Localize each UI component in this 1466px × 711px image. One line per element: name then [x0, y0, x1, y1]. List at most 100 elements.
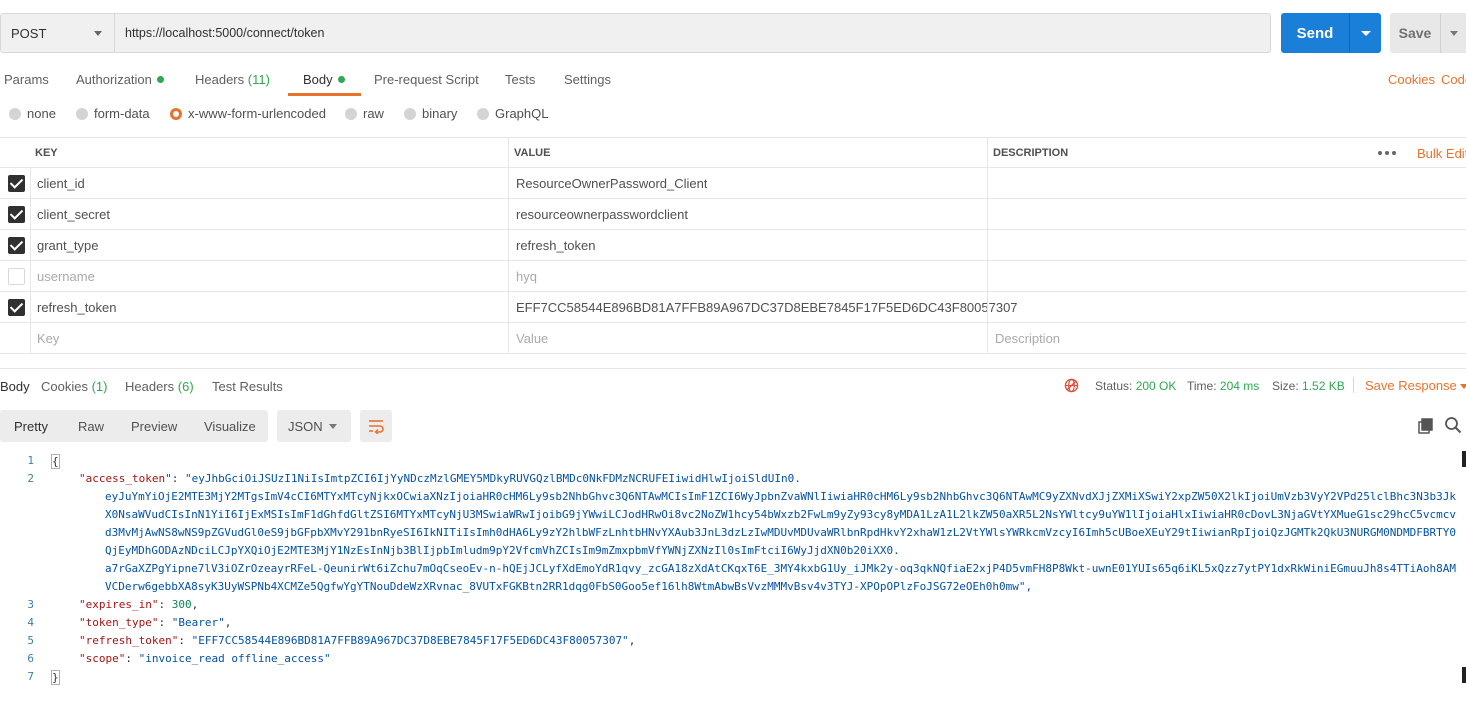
language-select[interactable]: JSON — [277, 410, 351, 442]
row-checkbox[interactable] — [8, 237, 25, 254]
scroll-marker — [1462, 667, 1466, 683]
format-visualize[interactable]: Visualize — [204, 419, 256, 434]
column-divider — [30, 323, 31, 354]
more-horizontal-icon[interactable] — [1378, 151, 1396, 155]
send-dropdown-button[interactable] — [1350, 30, 1381, 36]
param-key[interactable]: grant_type — [37, 230, 98, 260]
radio-graphql[interactable]: GraphQL — [477, 106, 548, 121]
wrap-lines-button[interactable] — [360, 410, 392, 442]
time-label: Time: — [1187, 379, 1217, 393]
line-number: 7 — [27, 670, 34, 683]
line-number: 5 — [27, 634, 34, 647]
param-key[interactable]: client_secret — [37, 199, 110, 229]
save-response-button[interactable]: Save Response — [1365, 378, 1466, 393]
column-divider — [30, 230, 31, 261]
column-divider — [987, 230, 988, 261]
tab-pre-request-script[interactable]: Pre-request Script — [374, 72, 479, 87]
code-line-wrapped: a7rGaXZPgYipne7lV3iOZrOzeayrRFeL-QeunirW… — [105, 562, 1457, 575]
line-number: 4 — [27, 616, 34, 629]
chevron-down-icon — [1460, 384, 1466, 390]
save-response-label: Save Response — [1365, 378, 1457, 393]
code-line-wrapped: eyJuYmYiOjE2MTE3MjY2MTgsImV4cCI6MTYxMTcy… — [105, 490, 1457, 503]
cookies-link[interactable]: Cookies — [1388, 72, 1435, 87]
globe-icon[interactable] — [1064, 378, 1079, 393]
save-dropdown-button[interactable] — [1441, 30, 1466, 36]
tab-body[interactable]: Body — [303, 72, 345, 87]
radio-circle — [345, 107, 357, 120]
tab-params[interactable]: Params — [4, 72, 49, 87]
tab-label: Authorization — [76, 72, 152, 87]
param-value[interactable]: hyq — [516, 261, 537, 291]
url-input[interactable]: https://localhost:5000/connect/token — [115, 13, 1271, 53]
param-value[interactable]: resourceownerpasswordclient — [516, 199, 688, 229]
bulk-edit-link[interactable]: Bulk Edit — [1417, 138, 1466, 168]
radio-circle — [9, 107, 21, 120]
table-row: client_id ResourceOwnerPassword_Client — [0, 168, 1466, 199]
status-label: Status: — [1095, 379, 1133, 393]
url-text: https://localhost:5000/connect/token — [125, 26, 325, 40]
param-value[interactable]: refresh_token — [516, 230, 596, 260]
key-input[interactable]: Key — [37, 323, 59, 353]
response-tab-test-results[interactable]: Test Results — [212, 379, 283, 394]
row-checkbox[interactable] — [8, 268, 25, 285]
column-divider — [987, 261, 988, 292]
param-value[interactable]: EFF7CC58544E896BD81A7FFB89A967DC37D8EBE7… — [516, 292, 1018, 322]
radio-urlencoded[interactable]: x-www-form-urlencoded — [170, 106, 326, 121]
column-header-value: VALUE — [514, 147, 551, 159]
status-value: 200 OK — [1135, 379, 1177, 393]
description-input[interactable]: Description — [995, 323, 1060, 353]
tab-count: (11) — [247, 72, 270, 87]
radio-label: form-data — [94, 106, 150, 121]
radio-circle — [477, 107, 489, 120]
size-value: 1.52 KB — [1302, 379, 1345, 393]
radio-binary[interactable]: binary — [404, 106, 457, 121]
params-table: KEY VALUE DESCRIPTION Bulk Edit client_i… — [0, 137, 1466, 354]
tab-authorization[interactable]: Authorization — [76, 72, 164, 87]
response-body-viewer[interactable]: 1 2 3 4 5 6 7 { "access_token": "eyJhbGc… — [0, 451, 1466, 711]
row-checkbox[interactable] — [8, 175, 25, 192]
response-tab-cookies[interactable]: Cookies (1) — [41, 379, 107, 394]
table-row: refresh_token EFF7CC58544E896BD81A7FFB89… — [0, 292, 1466, 323]
save-button[interactable]: Save — [1390, 13, 1466, 53]
response-tab-headers[interactable]: Headers (6) — [125, 379, 194, 394]
format-preview[interactable]: Preview — [131, 419, 177, 434]
param-key[interactable]: client_id — [37, 168, 85, 198]
param-key[interactable]: refresh_token — [37, 292, 117, 322]
code-line: { — [51, 454, 60, 469]
size-info: Size: 1.52 KB — [1272, 379, 1345, 393]
response-toolbar: Pretty Raw Preview Visualize JSON — [0, 410, 1466, 442]
open-brace: { — [51, 454, 60, 469]
code-link[interactable]: Code — [1441, 72, 1466, 87]
chevron-down-icon — [94, 31, 102, 36]
param-value[interactable]: ResourceOwnerPassword_Client — [516, 168, 707, 198]
copy-icon[interactable] — [1418, 418, 1434, 434]
column-divider — [30, 261, 31, 292]
send-button[interactable]: Send — [1281, 13, 1381, 53]
tab-tests[interactable]: Tests — [505, 72, 535, 87]
method-select[interactable]: POST — [0, 13, 115, 53]
radio-raw[interactable]: raw — [345, 106, 384, 121]
chevron-down-icon — [1360, 30, 1371, 36]
column-header-description: DESCRIPTION — [993, 147, 1069, 159]
tab-count: (6) — [177, 379, 194, 394]
column-divider — [987, 292, 988, 323]
response-tab-body[interactable]: Body — [0, 379, 30, 394]
tab-headers[interactable]: Headers (11) — [195, 72, 270, 87]
send-label: Send — [1296, 24, 1334, 42]
request-url-bar: POST https://localhost:5000/connect/toke… — [0, 13, 1466, 53]
radio-circle — [76, 107, 88, 120]
value-input[interactable]: Value — [516, 323, 548, 353]
status-info: Status: 200 OK — [1095, 379, 1176, 393]
row-checkbox[interactable] — [8, 206, 25, 223]
column-divider — [987, 323, 988, 354]
row-checkbox[interactable] — [8, 299, 25, 316]
search-icon[interactable] — [1444, 416, 1462, 434]
format-raw[interactable]: Raw — [78, 419, 104, 434]
request-tabs: Params Authorization Headers (11) Body P… — [0, 64, 1466, 96]
param-key[interactable]: username — [37, 261, 95, 291]
json-key: "expires_in" — [79, 598, 159, 611]
radio-form-data[interactable]: form-data — [76, 106, 150, 121]
tab-settings[interactable]: Settings — [564, 72, 611, 87]
format-pretty[interactable]: Pretty — [14, 419, 48, 434]
radio-none[interactable]: none — [9, 106, 56, 121]
